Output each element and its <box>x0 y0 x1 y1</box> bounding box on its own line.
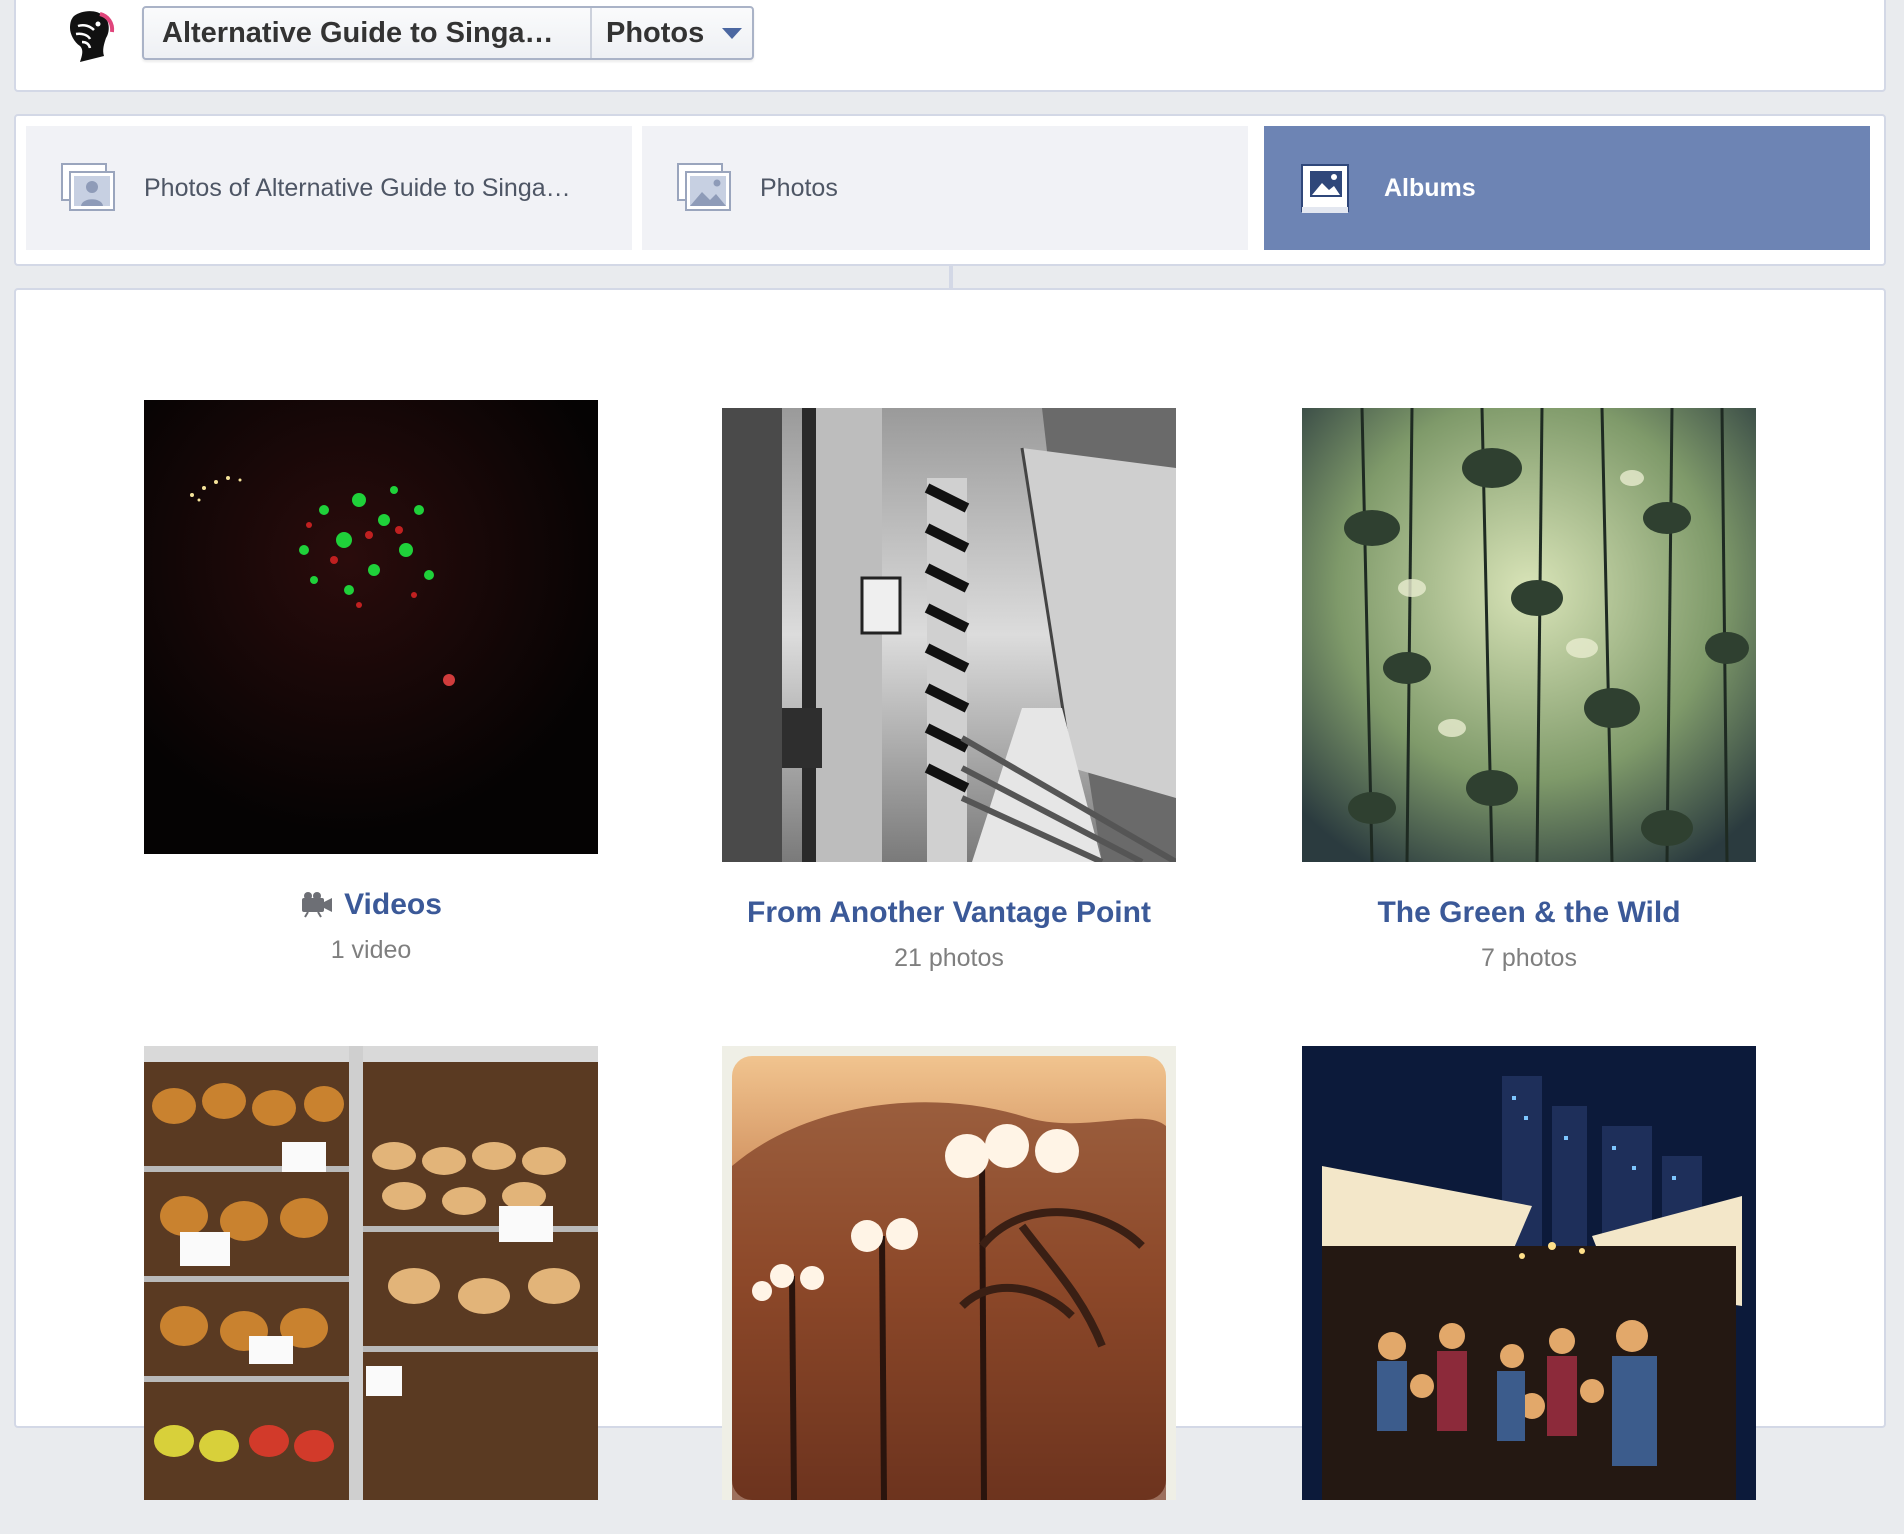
album-card <box>144 1046 598 1534</box>
album-title[interactable]: The Green & the Wild <box>1302 896 1756 930</box>
album-thumbnail[interactable] <box>722 408 1176 862</box>
album-icon <box>1301 164 1349 213</box>
page-header: Alternative Guide to Singa… Photos <box>14 0 1886 92</box>
album-title[interactable]: From Another Vantage Point <box>722 896 1176 930</box>
user-photos-icon <box>61 163 115 211</box>
album-card: The Green & the Wild 7 photos <box>1302 408 1756 973</box>
tab-albums[interactable]: Albums <box>1264 126 1870 250</box>
album-thumbnail[interactable] <box>144 400 598 854</box>
tab-label: Photos <box>760 173 838 202</box>
album-card: Videos 1 video <box>144 400 598 965</box>
album-count: 7 photos <box>1481 944 1577 972</box>
section-dropdown-label: Photos <box>606 16 705 49</box>
album-thumbnail[interactable] <box>1302 1046 1756 1500</box>
album-card <box>1302 1046 1756 1534</box>
photo-tabs: Photos of Alternative Guide to Singa… Ph… <box>14 114 1886 266</box>
album-count: 1 video <box>330 936 412 964</box>
album-thumbnail[interactable] <box>144 1046 598 1500</box>
page-section-selector[interactable]: Alternative Guide to Singa… Photos <box>142 6 754 60</box>
page-logo-icon[interactable] <box>60 6 120 66</box>
tab-photos[interactable]: Photos <box>642 126 1248 250</box>
album-title-text: Videos <box>344 888 442 921</box>
tab-photos-of-page[interactable]: Photos of Alternative Guide to Singa… <box>26 126 632 250</box>
album-title[interactable]: Videos <box>144 888 598 922</box>
albums-grid: Videos 1 video From Another Vantage Poin… <box>14 288 1886 1500</box>
album-card <box>722 1046 1176 1534</box>
tab-connector <box>949 266 953 288</box>
photos-icon <box>677 163 731 211</box>
tab-label: Albums <box>1384 173 1476 202</box>
chevron-down-icon <box>722 27 743 39</box>
album-card: From Another Vantage Point 21 photos <box>722 408 1176 973</box>
album-thumbnail[interactable] <box>1302 408 1756 862</box>
page-name-label[interactable]: Alternative Guide to Singa… <box>144 8 592 58</box>
tab-label: Photos of Alternative Guide to Singa… <box>144 173 571 202</box>
section-dropdown[interactable]: Photos <box>592 8 752 58</box>
album-count: 21 photos <box>894 944 1004 972</box>
video-camera-icon <box>302 892 333 918</box>
album-thumbnail[interactable] <box>722 1046 1176 1500</box>
